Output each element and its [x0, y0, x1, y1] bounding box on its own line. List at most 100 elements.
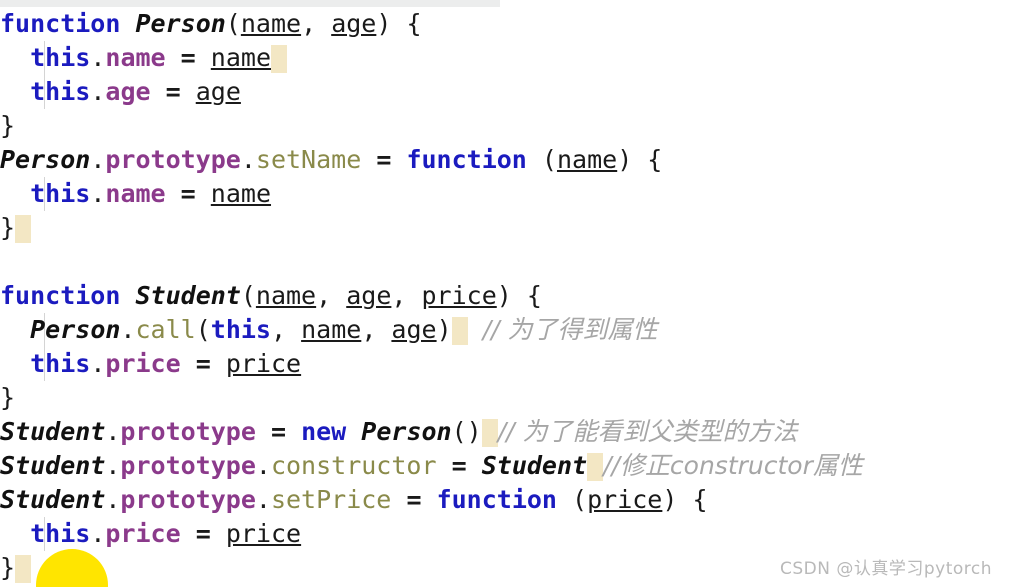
code-token: ) { [376, 9, 422, 38]
code-token: Student [481, 451, 588, 480]
code-token: price [105, 519, 181, 548]
code-token: prototype [120, 485, 256, 514]
occurrence-highlight [15, 215, 32, 243]
code-token: prototype [120, 417, 256, 446]
code-token: name [210, 43, 272, 72]
code-token: this [30, 43, 91, 72]
code-token: . [90, 43, 106, 72]
code-line-7[interactable]: } [0, 211, 1010, 245]
code-token: this [30, 349, 91, 378]
occurrence-highlight [15, 555, 32, 583]
code-token: , [301, 9, 332, 38]
code-token: name [240, 9, 302, 38]
code-token: = [180, 43, 196, 72]
code-token: ) { [496, 281, 542, 310]
code-line-9[interactable]: function Student(name, age, price) { [0, 279, 1010, 313]
code-line-14[interactable]: Student.prototype.constructor = Student /… [0, 449, 1010, 483]
code-line-4[interactable]: } [0, 109, 1010, 143]
code-line-6[interactable]: this.name = name [0, 177, 1010, 211]
code-token: setPrice [270, 485, 392, 514]
code-token: , [391, 281, 422, 310]
code-line-13[interactable]: Student.prototype = new Person() // 为了能看到… [0, 415, 1010, 449]
code-line-2[interactable]: this.name = name [0, 41, 1010, 75]
code-token: age [346, 281, 392, 310]
code-token: function [406, 145, 527, 174]
code-token: ( [240, 281, 256, 310]
code-token: name [301, 315, 362, 344]
code-token: = [451, 451, 467, 480]
code-token: price [105, 349, 181, 378]
code-token: = [165, 77, 181, 106]
code-line-11[interactable]: this.price = price [0, 347, 1010, 381]
code-token: age [391, 315, 437, 344]
code-token: name [255, 281, 317, 310]
csdn-watermark: CSDN @认真学习pytorch [779, 559, 992, 579]
code-token: . [90, 519, 106, 548]
code-token: , [316, 281, 347, 310]
code-token: Student [0, 451, 106, 480]
code-token: age [195, 77, 241, 106]
code-token: . [255, 485, 271, 514]
code-token: prototype [120, 451, 256, 480]
code-token: ( [225, 9, 241, 38]
code-line-10[interactable]: Person.call(this, name, age) // 为了得到属性 [0, 313, 1010, 347]
code-token: ( [195, 315, 211, 344]
code-token: . [105, 417, 121, 446]
code-line-15[interactable]: Student.prototype.setPrice = function (p… [0, 483, 1010, 517]
code-token: function [0, 281, 121, 310]
editor-top-strip [0, 0, 500, 7]
code-token: this [210, 315, 271, 344]
code-token: ( [556, 485, 588, 514]
code-token: () [451, 417, 482, 446]
occurrence-highlight [271, 45, 288, 73]
code-token: . [90, 349, 106, 378]
code-token: } [0, 383, 16, 412]
code-token: Person [0, 145, 91, 174]
code-token: call [135, 315, 196, 344]
code-token: . [240, 145, 256, 174]
code-token: name [105, 179, 166, 208]
code-token: = [406, 485, 422, 514]
code-line-5[interactable]: Person.prototype.setName = function (nam… [0, 143, 1010, 177]
code-token: prototype [105, 145, 241, 174]
code-token: = [195, 349, 211, 378]
code-line-12[interactable]: } [0, 381, 1010, 415]
code-line-3[interactable]: this.age = age [0, 75, 1010, 109]
occurrence-highlight [451, 317, 468, 345]
code-token: . [120, 315, 136, 344]
code-token: // 为了得到属性 [482, 315, 658, 344]
code-token: Person [135, 9, 226, 38]
code-line-16[interactable]: this.price = price [0, 517, 1010, 551]
code-token: price [225, 349, 302, 378]
code-token: Student [135, 281, 241, 310]
code-line-1[interactable]: function Person(name, age) { [0, 7, 1010, 41]
code-token: . [105, 451, 121, 480]
code-editor-screenshot: function Person(name, age) { this.name =… [0, 0, 1010, 587]
code-token: . [105, 485, 121, 514]
code-viewport[interactable]: function Person(name, age) { this.name =… [0, 7, 1010, 585]
code-token: name [556, 145, 618, 174]
code-token: new [301, 417, 347, 446]
code-token: // 为了能看到父类型的方法 [497, 417, 798, 446]
code-token: } [0, 553, 16, 582]
code-token: //修正constructor属性 [603, 451, 863, 480]
code-line-8[interactable] [0, 245, 1010, 279]
code-token: Student [0, 485, 106, 514]
